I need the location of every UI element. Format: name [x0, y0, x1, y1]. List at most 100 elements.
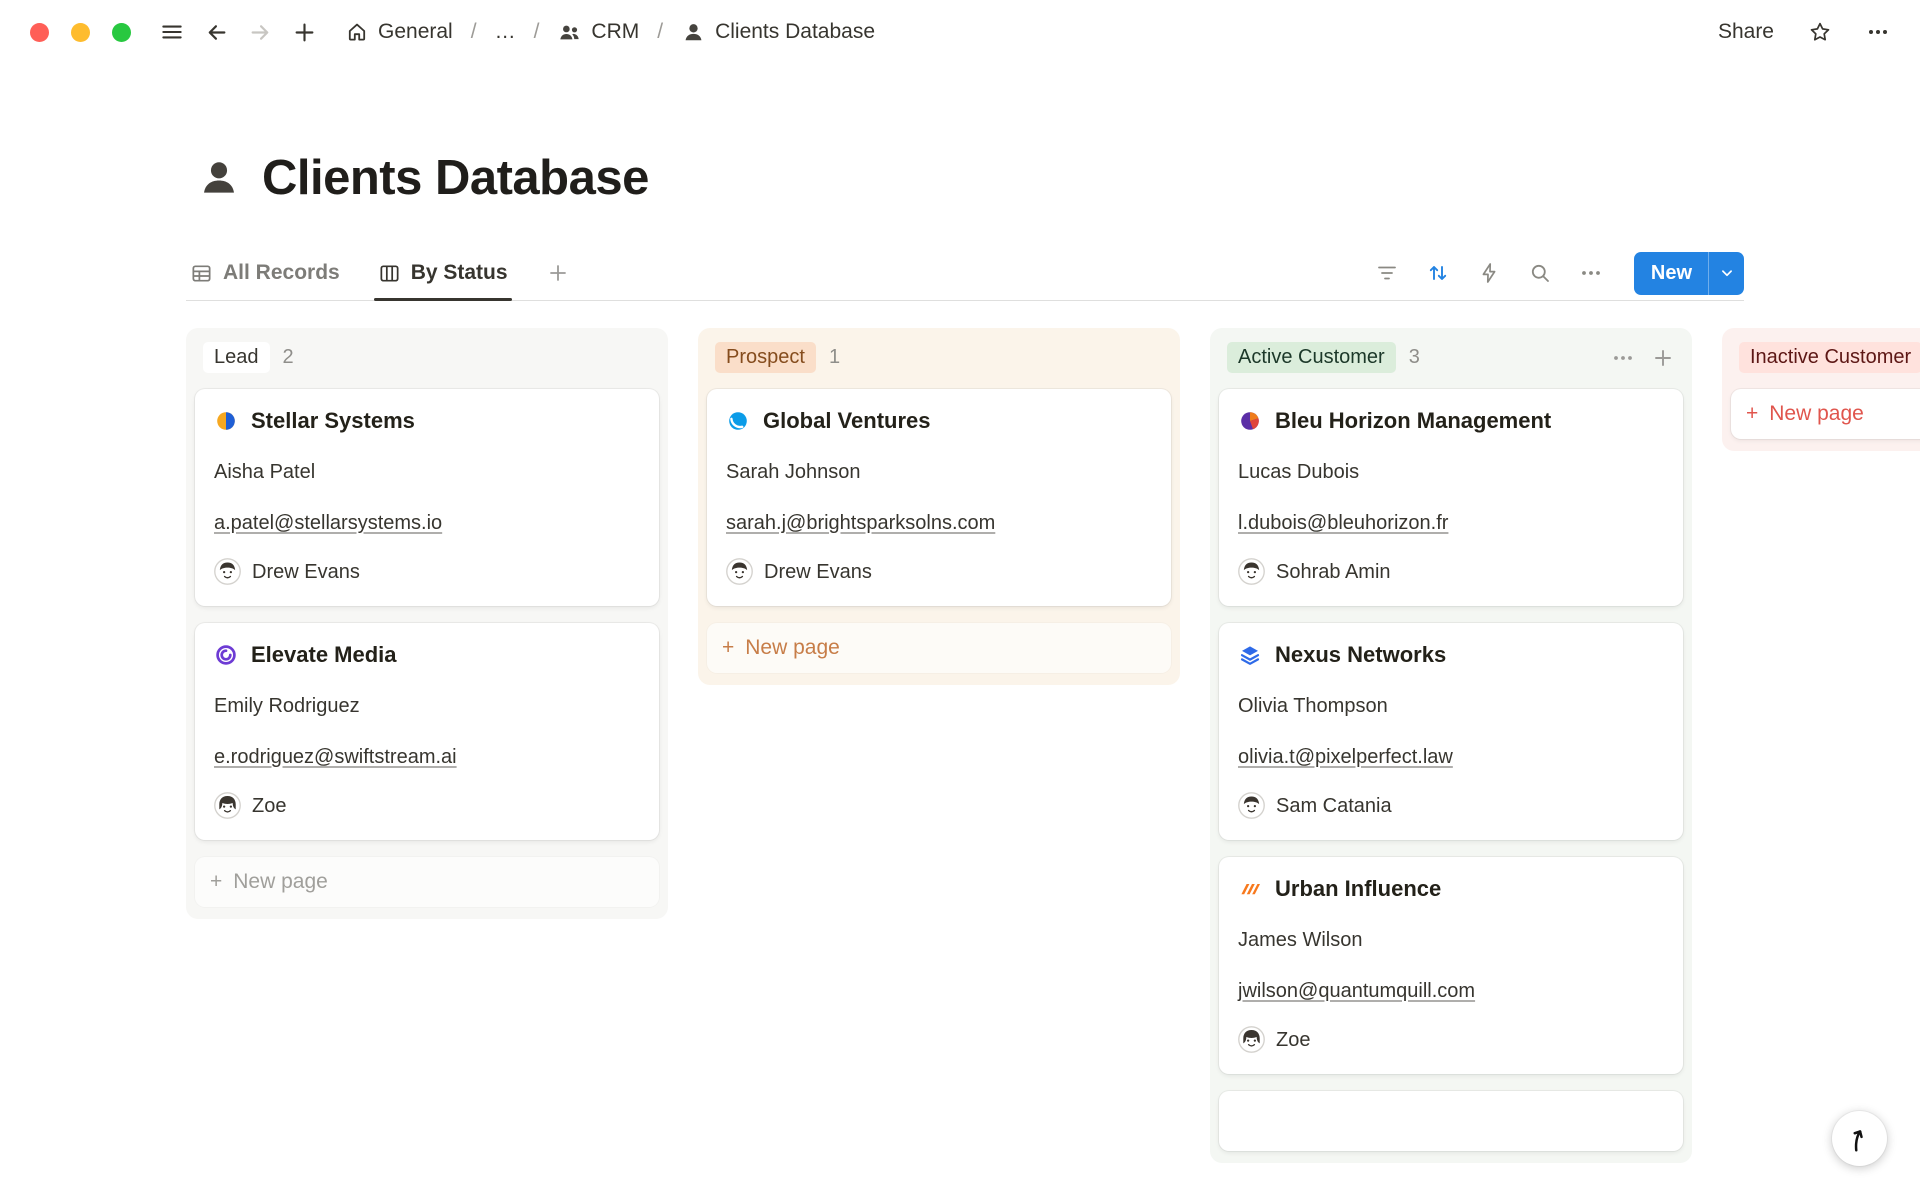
plus-icon: +	[210, 870, 222, 894]
avatar	[1238, 558, 1265, 585]
more-icon[interactable]	[1579, 261, 1603, 285]
plus-icon	[291, 19, 318, 46]
chevron-down-icon	[1718, 264, 1736, 282]
column-header: Prospect 1	[707, 342, 1171, 389]
column-lead: Lead 2 Stellar Systems Aisha Patel a.pat…	[186, 328, 668, 919]
new-tab-button[interactable]	[289, 17, 319, 47]
contact-name: Aisha Patel	[214, 459, 640, 485]
contact-name: James Wilson	[1238, 927, 1664, 953]
column-prospect: Prospect 1 Global Ventures Sarah Johnson…	[698, 328, 1180, 685]
owner-row: Sohrab Amin	[1238, 558, 1664, 585]
column-count: 1	[829, 346, 840, 369]
avatar	[1238, 792, 1265, 819]
company-name: Stellar Systems	[251, 408, 415, 434]
traffic-lights	[30, 23, 131, 42]
minimize-window-button[interactable]	[71, 23, 90, 42]
status-badge[interactable]: Active Customer	[1227, 342, 1396, 373]
status-badge[interactable]: Lead	[203, 342, 270, 373]
breadcrumb-item-clients-database[interactable]: Clients Database	[675, 17, 881, 48]
new-record-button[interactable]: New	[1634, 252, 1744, 295]
company-name: Nexus Networks	[1275, 642, 1446, 668]
tab-by-status[interactable]: By Status	[374, 246, 512, 300]
avatar	[1238, 1026, 1265, 1053]
plus-icon: +	[1746, 402, 1758, 426]
column-active-customer: Active Customer 3 Bleu Horizon Managemen…	[1210, 328, 1692, 1163]
status-badge[interactable]: Prospect	[715, 342, 816, 373]
client-card-nexus-networks[interactable]: Nexus Networks Olivia Thompson olivia.t@…	[1219, 623, 1683, 840]
new-page-button-lead[interactable]: + New page	[195, 857, 659, 907]
back-button[interactable]	[201, 17, 231, 47]
owner-row: Drew Evans	[214, 558, 640, 585]
cursor-fab[interactable]	[1832, 1111, 1887, 1166]
stellar-systems-logo-icon	[214, 409, 238, 433]
company-name: Bleu Horizon Management	[1275, 408, 1551, 434]
board-icon	[378, 262, 401, 285]
owner-row: Drew Evans	[726, 558, 1152, 585]
owner-name: Zoe	[252, 793, 286, 819]
filter-icon[interactable]	[1375, 261, 1399, 285]
contact-email[interactable]: l.dubois@bleuhorizon.fr	[1238, 510, 1448, 536]
client-card-urban-influence[interactable]: Urban Influence James Wilson jwilson@qua…	[1219, 857, 1683, 1074]
new-page-button-inactive[interactable]: + New page	[1731, 389, 1920, 439]
views-toolbar-row: All Records By Status New	[186, 246, 1744, 301]
contact-email[interactable]: jwilson@quantumquill.com	[1238, 978, 1475, 1004]
people-icon	[557, 20, 582, 45]
home-icon	[345, 20, 369, 44]
person-icon	[681, 20, 706, 45]
page-title[interactable]: Clients Database	[262, 150, 649, 206]
contact-email[interactable]: a.patel@stellarsystems.io	[214, 510, 442, 536]
avatar	[214, 558, 241, 585]
status-badge[interactable]: Inactive Customer	[1739, 342, 1920, 373]
more-options-icon[interactable]	[1866, 20, 1890, 44]
breadcrumb-item-crm[interactable]: CRM	[551, 17, 645, 48]
new-record-label: New	[1634, 252, 1708, 295]
tab-all-records[interactable]: All Records	[186, 246, 344, 300]
owner-row: Sam Catania	[1238, 792, 1664, 819]
global-ventures-logo-icon	[726, 409, 750, 433]
client-card-bleu-horizon[interactable]: Bleu Horizon Management Lucas Dubois l.d…	[1219, 389, 1683, 606]
sidebar-menu-button[interactable]	[157, 17, 187, 47]
urban-influence-logo-icon	[1238, 877, 1262, 901]
sort-icon[interactable]	[1426, 261, 1450, 285]
column-count: 2	[283, 346, 294, 369]
breadcrumb-item-general[interactable]: General	[339, 17, 459, 47]
client-card-stellar-systems[interactable]: Stellar Systems Aisha Patel a.patel@stel…	[195, 389, 659, 606]
column-more-icon[interactable]	[1611, 346, 1635, 370]
new-page-button-prospect[interactable]: + New page	[707, 623, 1171, 673]
column-count: 3	[1409, 346, 1420, 369]
add-view-button[interactable]	[546, 261, 570, 285]
page-header: Clients Database	[196, 150, 649, 206]
client-card-partial[interactable]	[1219, 1091, 1683, 1151]
cursor-icon	[1845, 1124, 1875, 1154]
client-card-elevate-media[interactable]: Elevate Media Emily Rodriguez e.rodrigue…	[195, 623, 659, 840]
owner-name: Zoe	[1276, 1027, 1310, 1053]
contact-email[interactable]: olivia.t@pixelperfect.law	[1238, 744, 1453, 770]
tab-label: All Records	[223, 261, 340, 285]
breadcrumb-item-collapsed[interactable]: …	[489, 17, 522, 47]
contact-name: Olivia Thompson	[1238, 693, 1664, 719]
share-button[interactable]: Share	[1718, 20, 1774, 44]
window-titlebar: General / … / CRM / Clients Database Sha…	[0, 0, 1920, 64]
favorite-star-icon[interactable]	[1808, 20, 1832, 44]
close-window-button[interactable]	[30, 23, 49, 42]
column-add-icon[interactable]	[1651, 346, 1675, 370]
lightning-icon[interactable]	[1477, 261, 1501, 285]
owner-name: Sam Catania	[1276, 793, 1392, 819]
search-icon[interactable]	[1528, 261, 1552, 285]
owner-name: Drew Evans	[252, 559, 360, 585]
company-name: Urban Influence	[1275, 876, 1441, 902]
forward-button[interactable]	[245, 17, 275, 47]
company-name: Global Ventures	[763, 408, 931, 434]
plus-icon	[546, 261, 570, 285]
contact-email[interactable]: sarah.j@brightsparksolns.com	[726, 510, 995, 536]
contact-email[interactable]: e.rodriguez@swiftstream.ai	[214, 744, 457, 770]
column-inactive-customer: Inactive Customer + New page	[1722, 328, 1920, 451]
contact-name: Sarah Johnson	[726, 459, 1152, 485]
zoom-window-button[interactable]	[112, 23, 131, 42]
bleu-horizon-logo-icon	[1238, 409, 1262, 433]
arrow-left-icon	[203, 19, 230, 46]
client-card-global-ventures[interactable]: Global Ventures Sarah Johnson sarah.j@br…	[707, 389, 1171, 606]
new-record-dropdown[interactable]	[1708, 252, 1744, 295]
person-icon[interactable]	[196, 155, 242, 201]
breadcrumb-separator: /	[534, 20, 540, 44]
